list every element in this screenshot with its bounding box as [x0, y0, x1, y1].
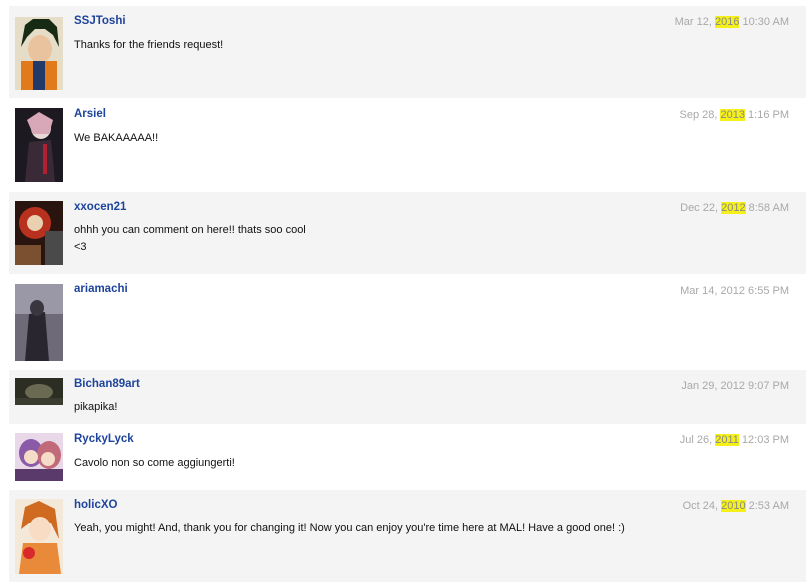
comment-date: Mar 14, 2012 6:55 PM [680, 285, 789, 297]
comment-item: xxocen21 Dec 22, 2012 8:58 AM ohhh you c… [9, 192, 806, 274]
comment-item: Arsiel Sep 28, 2013 1:16 PM We BAKAAAAA!… [9, 99, 806, 191]
date-prefix: Oct 24, [682, 500, 722, 512]
comment-date: Oct 24, 2010 2:53 AM [683, 500, 789, 512]
date-prefix: Jul 26, [679, 434, 716, 446]
date-year-highlight: 2013 [720, 109, 745, 121]
username-link[interactable]: holicXO [74, 499, 117, 511]
date-suffix: 2:53 AM [745, 500, 789, 512]
username-link[interactable]: Arsiel [74, 108, 106, 120]
date-suffix: 10:30 AM [739, 16, 790, 28]
username-link[interactable]: Bichan89art [74, 378, 140, 390]
username-link[interactable]: ariamachi [74, 283, 128, 295]
date-prefix: Mar 14, [680, 285, 721, 297]
comment-date: Sep 28, 2013 1:16 PM [679, 109, 789, 121]
comment-item: holicXO Oct 24, 2010 2:53 AM Yeah, you m… [9, 490, 806, 582]
avatar[interactable] [15, 17, 63, 90]
date-suffix: 6:55 PM [744, 285, 789, 297]
avatar[interactable] [15, 378, 63, 405]
avatar[interactable] [15, 284, 63, 361]
date-year-highlight: 2012 [721, 202, 746, 214]
comment-date: Mar 12, 2016 10:30 AM [675, 16, 789, 28]
date-year: 2012 [720, 285, 745, 297]
avatar[interactable] [15, 201, 63, 265]
date-suffix: 12:03 PM [738, 434, 789, 446]
comment-line: We BAKAAAAA!! [74, 132, 159, 144]
date-suffix: 1:16 PM [744, 109, 789, 121]
comment-line: pikapika! [74, 401, 118, 413]
comment-item: ariamachi Mar 14, 2012 6:55 PM [9, 275, 806, 369]
avatar[interactable] [15, 433, 63, 481]
date-year-highlight: 2010 [721, 500, 746, 512]
comment-date: Dec 22, 2012 8:58 AM [680, 202, 789, 214]
comment-line: Yeah, you might! And, thank you for chan… [74, 522, 625, 534]
username-link[interactable]: RyckyLyck [74, 433, 134, 445]
comment-text: Yeah, you might! And, thank you for chan… [74, 520, 714, 537]
date-year: 2012 [720, 380, 745, 392]
comment-item: RyckyLyck Jul 26, 2011 12:03 PM Cavolo n… [9, 425, 806, 489]
date-suffix: 8:58 AM [745, 202, 789, 214]
date-suffix: 9:07 PM [744, 380, 789, 392]
comment-line: Cavolo non so come aggiungerti! [74, 457, 235, 469]
date-prefix: Dec 22, [680, 202, 722, 214]
username-link[interactable]: xxocen21 [74, 201, 126, 213]
comment-line: Thanks for the friends request! [74, 39, 224, 51]
comment-text: ohhh you can comment on here!! thats soo… [74, 222, 714, 256]
date-year-highlight: 2016 [714, 16, 740, 28]
date-prefix: Mar 12, [674, 16, 715, 28]
comment-date: Jul 26, 2011 12:03 PM [680, 434, 789, 446]
comment-text: Cavolo non so come aggiungerti! [74, 455, 714, 472]
avatar[interactable] [15, 108, 63, 182]
comment-item: SSJToshi Mar 12, 2016 10:30 AM Thanks fo… [9, 6, 806, 98]
comment-text: Thanks for the friends request! [74, 37, 714, 54]
comment-text: We BAKAAAAA!! [74, 130, 714, 147]
date-prefix: Sep 28, [679, 109, 721, 121]
date-prefix: Jan 29, [681, 380, 721, 392]
date-year-highlight: 2011 [715, 434, 739, 446]
comment-text: pikapika! [74, 399, 714, 416]
avatar[interactable] [15, 499, 63, 574]
comment-date: Jan 29, 2012 9:07 PM [681, 380, 789, 392]
comments-list: SSJToshi Mar 12, 2016 10:30 AM Thanks fo… [0, 0, 809, 585]
comment-item: Bichan89art Jan 29, 2012 9:07 PM pikapik… [9, 370, 806, 424]
comment-line: ohhh you can comment on here!! thats soo… [74, 224, 306, 236]
comment-line: <3 [74, 241, 87, 253]
username-link[interactable]: SSJToshi [74, 15, 126, 27]
